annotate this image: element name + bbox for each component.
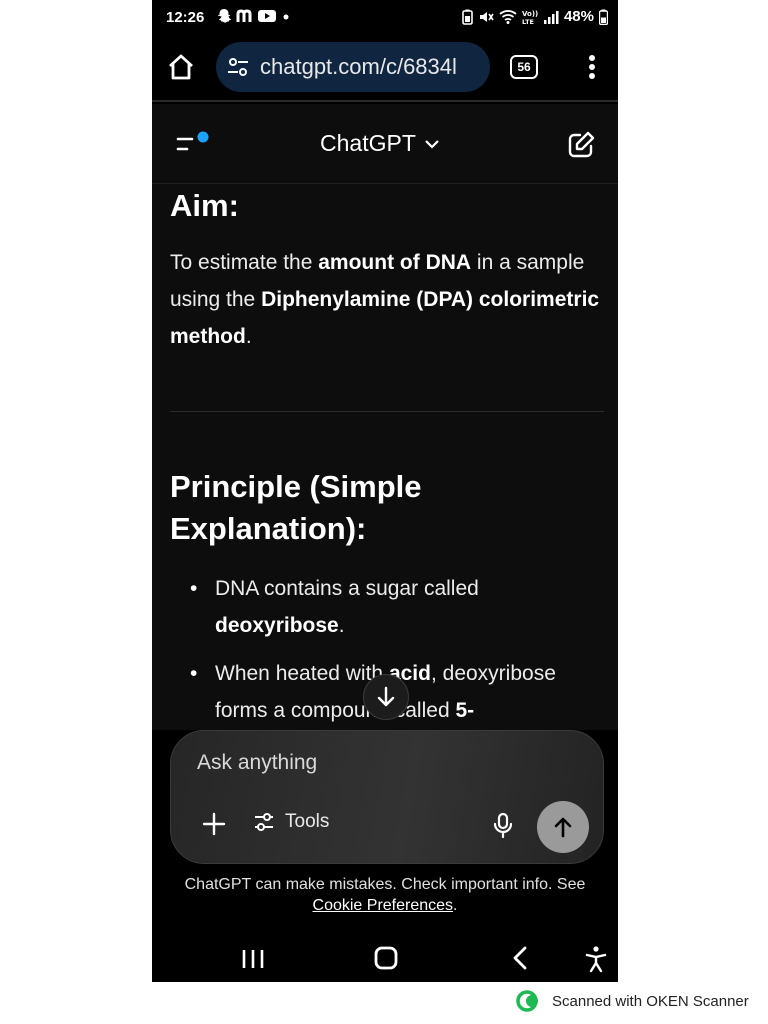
- list-item: DNA contains a sugar called deoxyribose.: [188, 570, 598, 644]
- dot-icon: [283, 14, 289, 20]
- url-text[interactable]: chatgpt.com/c/6834l: [260, 54, 457, 80]
- svg-text:LTE: LTE: [522, 18, 534, 25]
- notification-icons: [216, 8, 292, 24]
- model-name: ChatGPT: [320, 130, 416, 156]
- disclaimer: ChatGPT can make mistakes. Check importa…: [152, 874, 618, 916]
- notification-dot: [197, 131, 209, 143]
- arrow-down-icon: [377, 686, 395, 707]
- scroll-to-bottom-button[interactable]: [363, 674, 409, 720]
- phone-screen: 12:26 Vo)) LTE 48% chatgpt.com/c/6834l 56: [152, 0, 618, 982]
- volte-icon: Vo))LTE: [522, 10, 538, 25]
- disclaimer-text: ChatGPT can make mistakes. Check importa…: [184, 876, 586, 893]
- home-icon[interactable]: [166, 52, 196, 82]
- site-settings-icon[interactable]: [226, 55, 250, 79]
- scanner-watermark: Scanned with OKEN Scanner: [516, 990, 749, 1012]
- tools-button[interactable]: Tools: [253, 811, 329, 833]
- tab-switcher-button[interactable]: 56: [510, 55, 538, 79]
- microphone-icon[interactable]: [491, 811, 515, 839]
- aim-paragraph: To estimate the amount of DNA in a sampl…: [170, 251, 600, 348]
- sliders-icon: [255, 813, 273, 831]
- section-divider: [170, 411, 604, 412]
- prompt-input[interactable]: Ask anything: [197, 751, 317, 775]
- oken-scanner-logo-icon: [516, 990, 538, 1012]
- principle-heading: Principle (Simple Explanation):: [170, 469, 422, 546]
- android-navigation-bar: [152, 934, 618, 982]
- m-icon: [236, 9, 252, 22]
- status-time: 12:26: [166, 9, 205, 26]
- sidebar-menu-icon[interactable]: [176, 130, 212, 158]
- send-button[interactable]: [537, 801, 589, 853]
- tools-label: Tools: [285, 811, 330, 832]
- system-icons: Vo)) LTE 48%: [462, 8, 608, 25]
- address-bar[interactable]: chatgpt.com/c/6834l: [216, 42, 490, 92]
- chat-message-content: Aim: To estimate the amount of DNA in a …: [152, 184, 618, 730]
- aim-heading: Aim:: [170, 188, 239, 223]
- recents-icon[interactable]: [240, 948, 266, 970]
- signal-icon: [543, 10, 559, 24]
- home-nav-icon[interactable]: [374, 946, 398, 970]
- browser-toolbar: chatgpt.com/c/6834l 56: [152, 36, 618, 102]
- model-selector[interactable]: ChatGPT: [320, 130, 440, 157]
- battery-saver-icon: [462, 9, 473, 25]
- plus-icon[interactable]: [201, 811, 227, 837]
- chat-header: ChatGPT: [152, 104, 618, 184]
- more-vert-icon[interactable]: [582, 52, 602, 82]
- back-icon[interactable]: [512, 946, 528, 970]
- arrow-up-icon: [554, 817, 572, 838]
- accessibility-icon[interactable]: [584, 945, 608, 973]
- new-chat-icon[interactable]: [566, 130, 596, 160]
- battery-icon: [599, 9, 608, 25]
- status-bar: 12:26 Vo)) LTE 48%: [152, 0, 618, 36]
- mute-icon: [479, 11, 494, 22]
- scanner-text: Scanned with OKEN Scanner: [552, 992, 749, 1010]
- snapchat-icon: [217, 9, 231, 23]
- cookie-preferences-link[interactable]: Cookie Preferences: [313, 897, 454, 914]
- chevron-down-icon: [425, 139, 439, 149]
- message-composer: Ask anything Tools: [170, 730, 604, 864]
- battery-percentage: 48%: [563, 8, 594, 25]
- svg-text:Vo)): Vo)): [522, 10, 538, 18]
- wifi-icon: [499, 9, 517, 24]
- youtube-icon: [258, 10, 276, 22]
